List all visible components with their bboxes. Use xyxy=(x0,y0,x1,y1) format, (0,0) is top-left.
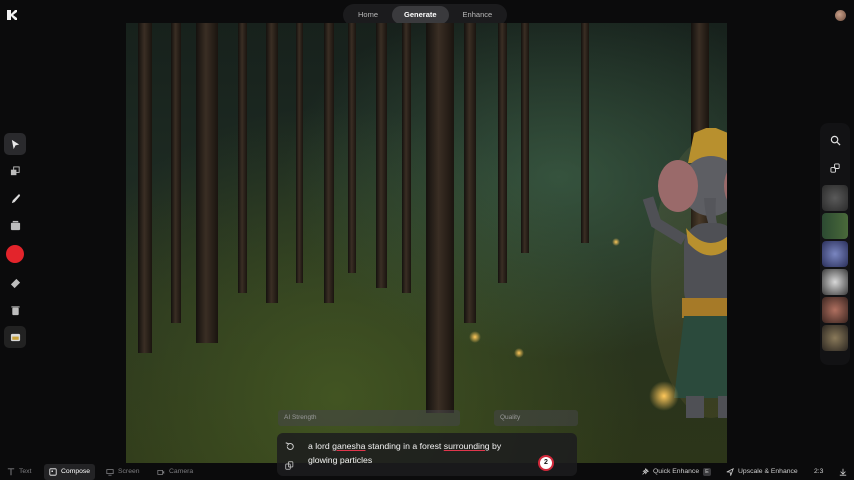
glowing-particle xyxy=(612,238,620,246)
eraser-tool[interactable] xyxy=(4,272,26,294)
select-tool[interactable] xyxy=(4,133,26,155)
glowing-particle xyxy=(469,331,481,343)
tree-trunk xyxy=(296,23,303,283)
tab-home[interactable]: Home xyxy=(346,6,390,24)
right-panel xyxy=(820,123,850,365)
tree-trunk xyxy=(138,23,152,353)
aspect-ratio-selector[interactable]: 2:3 xyxy=(814,464,823,480)
eraser-icon xyxy=(10,278,20,288)
prompt-text-segment: a lord xyxy=(308,441,333,451)
ai-strength-slider[interactable]: AI Strength xyxy=(278,410,460,426)
prompt-misspelled-word: surrounding xyxy=(443,441,490,451)
tree-trunk xyxy=(196,23,218,343)
history-thumbnail[interactable] xyxy=(822,325,848,351)
user-avatar[interactable] xyxy=(835,10,846,21)
app-root: Home Generate Enhance AI Strength Qualit… xyxy=(0,0,854,480)
brush-icon xyxy=(11,193,20,203)
download-button[interactable] xyxy=(839,464,847,480)
canvas-image[interactable] xyxy=(126,23,727,463)
image-tool[interactable] xyxy=(4,326,26,348)
mode-text[interactable]: Text xyxy=(7,464,31,480)
mode-compose[interactable]: Compose xyxy=(44,464,96,480)
stack-icon xyxy=(10,220,20,230)
download-icon xyxy=(839,468,847,476)
screen-icon xyxy=(106,469,114,476)
send-icon xyxy=(726,468,734,476)
quick-enhance-button[interactable]: Quick Enhance E xyxy=(641,464,711,480)
search-button[interactable] xyxy=(824,129,846,151)
tree-trunk xyxy=(376,23,387,288)
tree-trunk xyxy=(238,23,247,293)
history-thumbnail[interactable] xyxy=(822,241,848,267)
quality-slider[interactable]: Quality xyxy=(494,410,578,426)
tree-trunk xyxy=(348,23,356,273)
tree-trunk xyxy=(581,23,589,243)
tree-trunk xyxy=(266,23,278,303)
tree-trunk xyxy=(402,23,411,293)
mode-compose-label: Compose xyxy=(61,468,91,475)
bottom-bar: Text Compose Screen Camera Quick Enhance… xyxy=(0,464,854,480)
quick-enhance-label: Quick Enhance xyxy=(653,468,700,475)
camera-icon xyxy=(157,470,165,475)
history-thumbnail[interactable] xyxy=(822,213,848,239)
link-icon xyxy=(829,162,840,173)
select-icon xyxy=(11,139,19,149)
glowing-particle xyxy=(649,381,679,411)
tree-trunk xyxy=(426,23,454,413)
tab-enhance[interactable]: Enhance xyxy=(451,6,505,24)
left-toolbar xyxy=(4,133,26,353)
prompt-text-segment: standing in a forest xyxy=(365,441,444,451)
tree-trunk xyxy=(171,23,181,323)
tree-trunk xyxy=(464,23,476,323)
trash-icon xyxy=(10,305,20,315)
upscale-enhance-label: Upscale & Enhance xyxy=(738,468,798,475)
tree-trunk xyxy=(324,23,334,303)
tree-trunk xyxy=(521,23,529,253)
mode-text-label: Text xyxy=(19,468,32,475)
prompt-misspelled-word: ganesha xyxy=(332,441,366,451)
tab-generate[interactable]: Generate xyxy=(392,6,449,24)
undo-button[interactable] xyxy=(280,437,298,455)
brush-tool[interactable] xyxy=(4,187,26,209)
compose-icon xyxy=(49,468,57,476)
text-icon xyxy=(7,468,15,476)
layers-icon xyxy=(10,165,20,175)
app-logo-icon[interactable] xyxy=(6,9,18,21)
mode-screen-label: Screen xyxy=(118,468,140,475)
stack-tool[interactable] xyxy=(4,214,26,236)
glowing-particle xyxy=(514,348,524,358)
history-thumbnail[interactable] xyxy=(822,297,848,323)
sparkle-icon xyxy=(642,468,649,475)
mode-screen[interactable]: Screen xyxy=(106,464,140,480)
quick-enhance-shortcut: E xyxy=(703,468,711,476)
prompt-input[interactable]: a lord ganesha standing in a forest surr… xyxy=(308,440,518,467)
mode-camera-label: Camera xyxy=(169,468,194,475)
undo-icon xyxy=(285,441,294,450)
image-icon xyxy=(10,333,20,341)
ganesha-figure xyxy=(642,128,727,418)
upscale-enhance-button[interactable]: Upscale & Enhance xyxy=(726,464,798,480)
history-thumbnail[interactable] xyxy=(822,269,848,295)
search-icon xyxy=(830,135,841,146)
history-thumbnail[interactable] xyxy=(822,185,848,211)
tree-trunk xyxy=(498,23,507,283)
delete-tool[interactable] xyxy=(4,299,26,321)
mode-camera[interactable]: Camera xyxy=(157,464,193,480)
link-button[interactable] xyxy=(824,157,846,179)
color-swatch-button[interactable] xyxy=(6,245,24,263)
layers-tool[interactable] xyxy=(4,160,26,182)
